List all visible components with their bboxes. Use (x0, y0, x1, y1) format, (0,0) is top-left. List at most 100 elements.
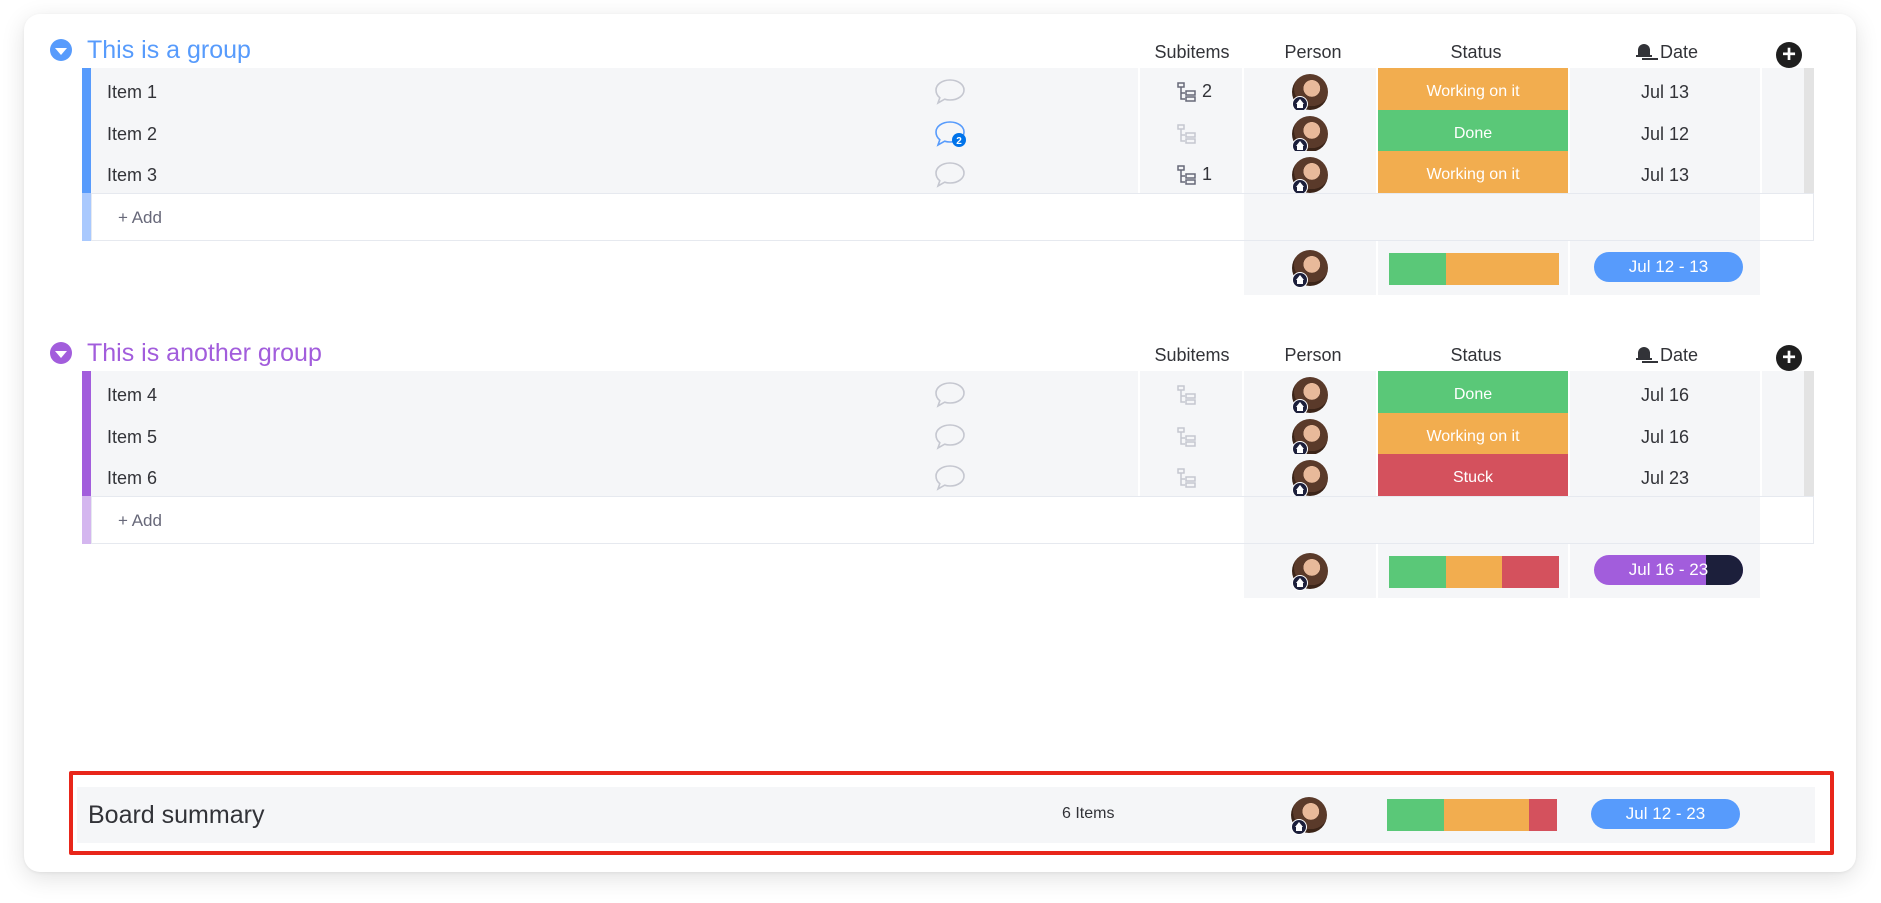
column-header-status[interactable]: Status (1380, 41, 1572, 63)
avatar[interactable] (1291, 797, 1327, 835)
board: This is a group Subitems Person Status D… (24, 14, 1856, 872)
status-distribution-segment[interactable] (1445, 556, 1503, 588)
status-distribution-segment[interactable] (1389, 253, 1446, 285)
date-cell[interactable]: Jul 13 (1570, 68, 1760, 116)
date-range-pill[interactable]: Jul 12 - 13 (1594, 252, 1743, 282)
chevron-down-icon[interactable] (50, 342, 72, 364)
speech-bubble-icon[interactable] (933, 422, 967, 452)
date-range-remaining (1706, 555, 1743, 585)
person-cell[interactable] (1244, 151, 1376, 199)
date-cell[interactable]: Jul 16 (1570, 371, 1760, 419)
subitems-cell[interactable] (1140, 454, 1242, 502)
status-distribution-segment[interactable] (1445, 253, 1559, 285)
row-edge (1804, 371, 1814, 419)
status-distribution-segment[interactable] (1443, 799, 1529, 831)
date-summary-cell[interactable]: Jul 16 - 23 (1570, 544, 1760, 598)
subitems-cell[interactable]: 1 (1140, 151, 1242, 199)
status-distribution-segment[interactable] (1387, 799, 1444, 831)
subitems-tree-icon (1176, 123, 1198, 145)
row-edge (1804, 151, 1814, 199)
subitems-count: 2 (1202, 81, 1213, 101)
add-item-row[interactable]: + Add (82, 496, 1814, 544)
board-summary-title: Board summary (88, 801, 265, 829)
date-cell[interactable]: Jul 23 (1570, 454, 1760, 502)
group-summary-row: Jul 16 - 23 (82, 544, 1814, 598)
status-distribution-segment[interactable] (1389, 556, 1446, 588)
chevron-down-icon[interactable] (50, 39, 72, 61)
item-name-cell[interactable]: Item 6 (91, 454, 1138, 502)
date-summary-cell[interactable]: Jul 12 - 13 (1570, 241, 1760, 295)
table-row[interactable]: Item 6 Stuck Jul 23 (82, 454, 1814, 502)
status-distribution-bar[interactable] (1389, 253, 1559, 285)
avatar-image (1292, 460, 1328, 498)
home-icon (1292, 272, 1308, 288)
status-distribution-segment[interactable] (1502, 556, 1559, 588)
person-summary-cell[interactable] (1244, 544, 1376, 598)
item-name[interactable]: Item 3 (107, 165, 157, 186)
speech-bubble-icon[interactable] (933, 463, 967, 493)
subitems-tree-icon (1176, 384, 1198, 406)
subitems-count: 1 (1202, 164, 1213, 184)
item-name[interactable]: Item 6 (107, 468, 157, 489)
speech-bubble-icon[interactable] (933, 380, 967, 410)
group-title[interactable]: This is a group (87, 35, 251, 65)
column-header-date[interactable]: Date (1572, 344, 1762, 366)
speech-bubble-icon[interactable]: 2 (933, 119, 967, 149)
avatar-image (1292, 419, 1328, 457)
status-distribution-bar[interactable] (1389, 556, 1559, 588)
speech-bubble-icon[interactable] (933, 160, 967, 190)
item-name[interactable]: Item 2 (107, 124, 157, 145)
date-range-pill[interactable]: Jul 16 - 23 (1594, 555, 1743, 585)
avatar-image (1292, 250, 1328, 288)
person-cell[interactable] (1244, 454, 1376, 502)
group-color-bar (82, 68, 91, 116)
empty-cell (1762, 68, 1804, 116)
item-name-cell[interactable]: Item 3 (91, 151, 1138, 199)
date-range-label: Jul 12 - 23 (1625, 804, 1706, 823)
date-range-label: Jul 16 - 23 (1628, 560, 1709, 579)
column-header-status[interactable]: Status (1380, 344, 1572, 366)
status-summary-cell[interactable] (1378, 544, 1568, 598)
item-name[interactable]: Item 5 (107, 427, 157, 448)
status-cell[interactable]: Working on it (1378, 151, 1568, 199)
person-cell[interactable] (1244, 68, 1376, 116)
status-cell[interactable]: Working on it (1378, 68, 1568, 116)
date-cell[interactable]: Jul 13 (1570, 151, 1760, 199)
add-row-filler (1244, 497, 1760, 543)
column-header-person[interactable]: Person (1246, 344, 1380, 366)
add-column-button[interactable]: + (1776, 345, 1802, 371)
avatar-image (1291, 797, 1327, 835)
column-header-date[interactable]: Date (1572, 41, 1762, 63)
item-name[interactable]: Item 1 (107, 82, 157, 103)
person-cell[interactable] (1244, 371, 1376, 419)
status-distribution-segment[interactable] (1528, 799, 1557, 831)
add-item-row[interactable]: + Add (82, 193, 1814, 241)
add-column-button[interactable]: + (1776, 42, 1802, 68)
avatar-image (1292, 377, 1328, 415)
column-header-subitems[interactable]: Subitems (1138, 41, 1246, 63)
speech-bubble-icon[interactable] (933, 77, 967, 107)
status-summary-cell[interactable] (1378, 241, 1568, 295)
avatar-image (1292, 553, 1328, 591)
table-row[interactable]: Item 1 2 Working on it Jul 13 (82, 68, 1814, 116)
status-cell[interactable]: Done (1378, 371, 1568, 419)
person-summary-cell[interactable] (1244, 241, 1376, 295)
empty-cell (1762, 454, 1804, 502)
date-range-pill[interactable]: Jul 12 - 23 (1591, 799, 1740, 829)
table-row[interactable]: Item 3 1 Working on it Jul 13 (82, 151, 1814, 199)
status-distribution-bar[interactable] (1387, 799, 1557, 831)
table-row[interactable]: Item 4 Done Jul 16 (82, 371, 1814, 419)
item-name[interactable]: Item 4 (107, 385, 157, 406)
bell-icon (1635, 346, 1652, 364)
subitems-cell[interactable] (1140, 371, 1242, 419)
column-header-subitems[interactable]: Subitems (1138, 344, 1246, 366)
item-name-cell[interactable]: Item 1 (91, 68, 1138, 116)
subitems-cell[interactable]: 2 (1140, 68, 1242, 116)
item-name-cell[interactable]: Item 4 (91, 371, 1138, 419)
column-header-date-label: Date (1659, 345, 1699, 365)
column-header-date-label: Date (1659, 42, 1699, 62)
group-title[interactable]: This is another group (87, 338, 322, 368)
status-cell[interactable]: Stuck (1378, 454, 1568, 502)
column-header-person[interactable]: Person (1246, 41, 1380, 63)
add-row-filler (1244, 194, 1760, 240)
